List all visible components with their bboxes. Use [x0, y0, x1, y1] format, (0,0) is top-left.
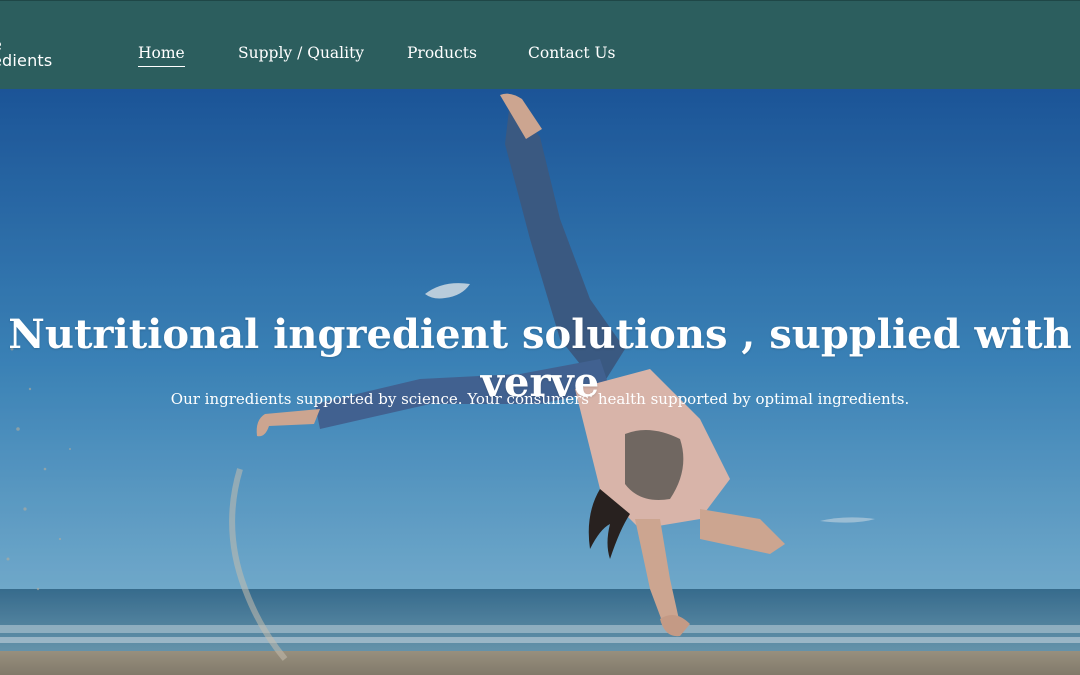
- nav-home[interactable]: Home: [138, 44, 185, 67]
- nav-contact-us[interactable]: Contact Us: [528, 44, 616, 62]
- nav-supply-quality[interactable]: Supply / Quality: [238, 44, 364, 62]
- hero-section: Nutritional ingredient solutions , suppl…: [0, 89, 1080, 675]
- nav-products[interactable]: Products: [407, 44, 477, 62]
- hero-subtitle: Our ingredients supported by science. Yo…: [170, 390, 910, 408]
- site-header: e edients Home Supply / Quality Products…: [0, 0, 1080, 89]
- brand-logo[interactable]: e edients: [0, 37, 52, 69]
- logo-line-2: edients: [0, 51, 53, 70]
